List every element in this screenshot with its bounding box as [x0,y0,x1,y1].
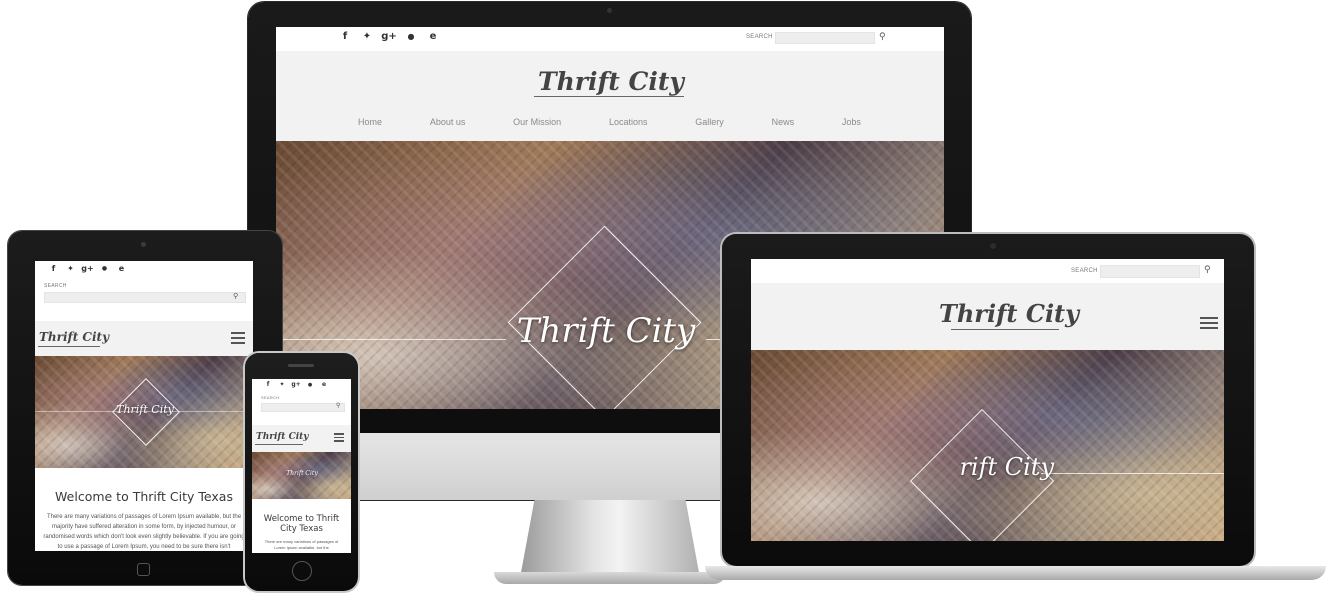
facebook-icon[interactable]: f [334,31,356,42]
site-logo[interactable]: Thrift City [538,67,684,96]
laptop-camera [990,243,996,249]
hero-banner: Thrift City [751,350,1224,541]
facebook-icon[interactable]: f [45,264,62,273]
desktop-social-icons: f ✦ g+ ● e [334,31,444,42]
search-label: SEARCH [261,395,280,400]
hero-banner: Thrift City [252,452,351,499]
search-input[interactable] [775,32,875,44]
tablet-header: Thrift City [35,321,253,356]
apple-icon[interactable]: ● [400,32,422,41]
search-input[interactable] [261,403,345,412]
search-label: SEARCH [746,34,773,40]
ie-icon[interactable]: e [113,264,130,273]
phone-topbar: f ✦ g+ ● e SEARCH ⚲ [252,379,351,425]
logo-underline [534,96,684,97]
twitter-icon[interactable]: ✦ [356,31,378,42]
laptop-screen: SEARCH ⚲ Thrift City Thrift City [751,259,1224,541]
phone-screen: f ✦ g+ ● e SEARCH ⚲ Thrift City Thrift C… [252,379,351,553]
twitter-icon[interactable]: ✦ [275,381,289,388]
welcome-heading: Welcome to Thrift City Texas [263,514,340,534]
facebook-icon[interactable]: f [261,381,275,388]
apple-icon[interactable]: ● [96,265,113,272]
hero-banner: Thrift City [35,356,253,468]
ie-icon[interactable]: e [422,31,444,42]
search-label: SEARCH [1071,268,1098,274]
hamburger-menu-icon[interactable] [231,332,245,347]
nav-item-jobs[interactable]: Jobs [842,117,861,127]
laptop-base [705,566,1326,580]
tablet-home-button[interactable] [137,563,150,576]
nav-item-about-us[interactable]: About us [430,117,466,127]
tablet-social-icons: f ✦ g+ ● e [45,264,130,273]
hamburger-menu-icon[interactable] [334,433,344,444]
tablet-topbar: f ✦ g+ ● e SEARCH ⚲ [35,261,253,321]
google-plus-icon[interactable]: g+ [378,31,400,42]
search-icon[interactable]: ⚲ [879,32,886,42]
main-nav: Home About us Our Mission Locations Gall… [358,117,861,127]
nav-item-our-mission[interactable]: Our Mission [513,117,561,127]
search-icon[interactable]: ⚲ [233,292,238,300]
phone-home-button[interactable] [292,561,312,581]
monitor-camera [607,8,612,13]
welcome-section: Welcome to Thrift City Texas There are m… [35,468,253,551]
phone-social-icons: f ✦ g+ ● e [261,381,331,388]
laptop-header: Thrift City [751,283,1224,350]
nav-item-gallery[interactable]: Gallery [695,117,724,127]
welcome-heading: Welcome to Thrift City Texas [55,489,233,504]
apple-icon[interactable]: ● [303,382,317,388]
google-plus-icon[interactable]: g+ [289,381,303,388]
desktop-topbar: f ✦ g+ ● e SEARCH ⚲ [276,27,944,51]
search-icon[interactable]: ⚲ [336,402,340,409]
welcome-body: There are many variations of passages of… [43,514,245,550]
nav-item-home[interactable]: Home [358,117,382,127]
search-input[interactable] [44,292,246,303]
nav-item-news[interactable]: News [772,117,795,127]
search-icon[interactable]: ⚲ [1204,265,1211,275]
logo-underline [951,329,1059,330]
ie-icon[interactable]: e [317,381,331,388]
tablet-screen: f ✦ g+ ● e SEARCH ⚲ Thrift City Thrift C… [35,261,253,551]
twitter-icon[interactable]: ✦ [62,264,79,273]
site-logo[interactable]: Thrift City [39,330,109,344]
search-input[interactable] [1100,265,1200,278]
logo-underline [38,346,100,347]
hero-title: Thrift City [116,403,174,416]
nav-item-locations[interactable]: Locations [609,117,648,127]
hero-title: Thrift City [516,311,696,351]
tablet-camera [141,242,146,247]
welcome-body: There are many variations of passages of… [264,539,339,550]
logo-underline [255,444,303,445]
desktop-header: Thrift City Home About us Our Mission Lo… [276,51,944,141]
hero-title: Thrift City [286,470,318,477]
site-logo[interactable]: Thrift City [939,299,1079,328]
search-label: SEARCH [44,283,67,289]
phone-header: Thrift City [252,425,351,452]
hamburger-menu-icon[interactable] [1200,317,1218,332]
site-logo[interactable]: Thrift City [256,432,309,442]
monitor-stand [520,500,700,578]
google-plus-icon[interactable]: g+ [79,264,96,273]
welcome-section: Welcome to Thrift City Texas There are m… [252,499,351,553]
phone-speaker [288,364,314,367]
laptop-topbar: SEARCH ⚲ [751,259,1224,283]
monitor-stand-base [494,572,726,584]
hero-line-left [276,339,506,340]
